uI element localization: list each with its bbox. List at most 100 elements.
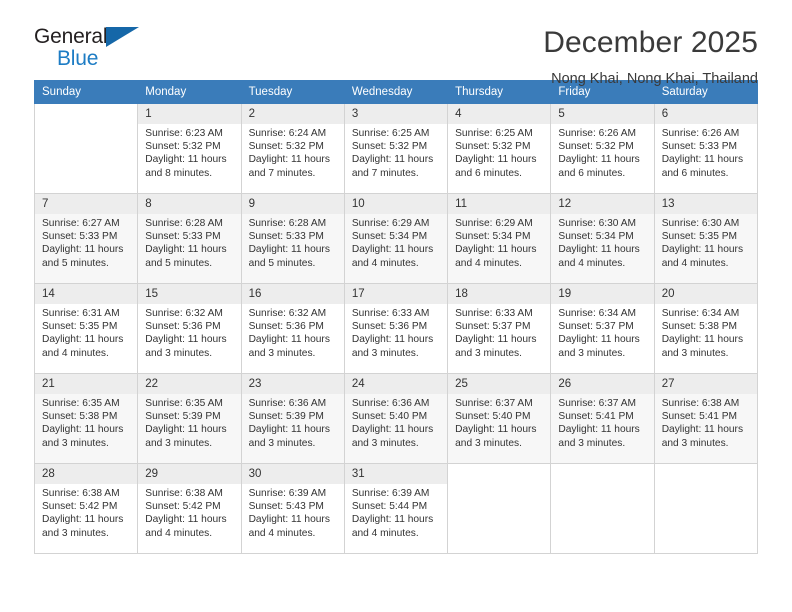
daylight-duration-line1: Daylight: 11 hours bbox=[661, 334, 744, 346]
daylight-duration-line1: Daylight: 11 hours bbox=[558, 424, 640, 436]
day-details: Sunrise: 6:38 AM Sunset: 5:42 PM Daylight:… bbox=[138, 484, 240, 540]
calendar-day-cell[interactable]: 9 Sunrise: 6:28 AM Sunset: 5:33 PM Daylight… bbox=[240, 193, 345, 284]
daylight-duration-line2: and 4 minutes. bbox=[351, 257, 419, 269]
day-details: Sunrise: 6:37 AM Sunset: 5:41 PM Daylight:… bbox=[551, 394, 653, 450]
daylight-duration-line1: Daylight: 11 hours bbox=[351, 514, 434, 526]
day-number: 5 bbox=[551, 104, 654, 124]
sunrise-time: Sunrise: 6:30 AM bbox=[661, 218, 740, 229]
calendar-day-cell[interactable]: 3 Sunrise: 6:25 AM Sunset: 5:32 PM Daylight… bbox=[343, 103, 449, 194]
daylight-duration-line2: and 6 minutes. bbox=[558, 167, 626, 179]
calendar-day-cell[interactable]: 27 Sunrise: 6:38 AM Sunset: 5:41 PM Dayligh… bbox=[653, 373, 759, 464]
calendar-day-cell[interactable]: 7 Sunrise: 6:27 AM Sunset: 5:33 PM Daylight… bbox=[33, 193, 139, 284]
day-details: Sunrise: 6:39 AM Sunset: 5:43 PM Daylight:… bbox=[242, 484, 344, 540]
calendar-day-cell[interactable]: 11 Sunrise: 6:29 AM Sunset: 5:34 PM Dayligh… bbox=[447, 193, 552, 284]
calendar-day-cell[interactable]: 10 Sunrise: 6:29 AM Sunset: 5:34 PM Dayligh… bbox=[343, 193, 449, 284]
sunrise-time: Sunrise: 6:32 AM bbox=[145, 308, 223, 319]
calendar-day-cell[interactable]: 4 Sunrise: 6:25 AM Sunset: 5:32 PM Daylight… bbox=[447, 103, 552, 194]
sunrise-time: Sunrise: 6:34 AM bbox=[558, 308, 636, 319]
day-details: Sunrise: 6:28 AM Sunset: 5:33 PM Daylight:… bbox=[138, 214, 240, 270]
daylight-duration-line1: Daylight: 11 hours bbox=[145, 514, 227, 526]
daylight-duration-line1: Daylight: 11 hours bbox=[661, 154, 744, 166]
calendar-day-cell[interactable]: 17 Sunrise: 6:33 AM Sunset: 5:36 PM Dayligh… bbox=[343, 283, 449, 374]
day-number bbox=[35, 104, 137, 123]
day-details: Sunrise: 6:28 AM Sunset: 5:33 PM Daylight:… bbox=[242, 214, 344, 270]
daylight-duration-line1: Daylight: 11 hours bbox=[248, 424, 330, 436]
calendar-day-cell[interactable]: 29 Sunrise: 6:38 AM Sunset: 5:42 PM Dayligh… bbox=[137, 463, 242, 554]
day-details: Sunrise: 6:38 AM Sunset: 5:42 PM Daylight:… bbox=[35, 484, 137, 540]
calendar-day-cell[interactable]: 26 Sunrise: 6:37 AM Sunset: 5:41 PM Dayligh… bbox=[550, 373, 655, 464]
calendar-day-cell[interactable]: 5 Sunrise: 6:26 AM Sunset: 5:32 PM Daylight… bbox=[550, 103, 655, 194]
weekday-header-sunday: Sunday bbox=[33, 80, 139, 104]
calendar-day-cell[interactable]: 2 Sunrise: 6:24 AM Sunset: 5:32 PM Daylight… bbox=[240, 103, 345, 194]
weekday-header-wednesday: Wednesday bbox=[343, 80, 449, 104]
daylight-duration-line2: and 3 minutes. bbox=[42, 437, 109, 449]
calendar-day-cell[interactable]: 13 Sunrise: 6:30 AM Sunset: 5:35 PM Dayligh… bbox=[653, 193, 759, 284]
day-number: 19 bbox=[551, 284, 654, 304]
daylight-duration-line1: Daylight: 11 hours bbox=[248, 154, 330, 166]
sunset-time: Sunset: 5:42 PM bbox=[145, 501, 221, 513]
calendar-day-cell[interactable]: 19 Sunrise: 6:34 AM Sunset: 5:37 PM Dayligh… bbox=[550, 283, 655, 374]
day-details: Sunrise: 6:26 AM Sunset: 5:32 PM Daylight:… bbox=[551, 124, 653, 180]
sunset-time: Sunset: 5:37 PM bbox=[558, 321, 634, 333]
calendar-day-cell[interactable]: 28 Sunrise: 6:38 AM Sunset: 5:42 PM Dayligh… bbox=[33, 463, 139, 554]
sunset-time: Sunset: 5:43 PM bbox=[248, 501, 324, 513]
day-number: 3 bbox=[344, 104, 448, 124]
daylight-duration-line2: and 7 minutes. bbox=[351, 167, 419, 179]
daylight-duration-line1: Daylight: 11 hours bbox=[455, 424, 537, 436]
sunrise-time: Sunrise: 6:38 AM bbox=[661, 398, 740, 409]
day-details: Sunrise: 6:39 AM Sunset: 5:44 PM Daylight:… bbox=[345, 484, 447, 540]
sunset-time: Sunset: 5:38 PM bbox=[661, 321, 738, 333]
calendar-day-cell[interactable]: 16 Sunrise: 6:32 AM Sunset: 5:36 PM Dayligh… bbox=[240, 283, 345, 374]
day-number: 29 bbox=[138, 464, 241, 484]
day-number: 14 bbox=[35, 284, 138, 304]
daylight-duration-line2: and 6 minutes. bbox=[455, 167, 522, 179]
daylight-duration-line2: and 4 minutes. bbox=[248, 527, 316, 539]
day-number: 7 bbox=[35, 194, 138, 214]
day-details: Sunrise: 6:35 AM Sunset: 5:39 PM Daylight:… bbox=[138, 394, 240, 450]
day-details: Sunrise: 6:25 AM Sunset: 5:32 PM Daylight:… bbox=[345, 124, 447, 180]
calendar-day-cell[interactable]: 1 Sunrise: 6:23 AM Sunset: 5:32 PM Daylight… bbox=[137, 103, 242, 194]
calendar-day-cell[interactable]: 8 Sunrise: 6:28 AM Sunset: 5:33 PM Daylight… bbox=[137, 193, 242, 284]
calendar-day-cell[interactable]: 22 Sunrise: 6:35 AM Sunset: 5:39 PM Dayligh… bbox=[137, 373, 242, 464]
sunrise-time: Sunrise: 6:38 AM bbox=[42, 488, 120, 499]
calendar-day-cell[interactable]: 25 Sunrise: 6:37 AM Sunset: 5:40 PM Dayligh… bbox=[447, 373, 552, 464]
day-number: 16 bbox=[241, 284, 344, 304]
sunrise-time: Sunrise: 6:37 AM bbox=[558, 398, 636, 409]
calendar-day-cell[interactable]: 12 Sunrise: 6:30 AM Sunset: 5:34 PM Dayligh… bbox=[550, 193, 655, 284]
calendar-day-cell[interactable]: 31 Sunrise: 6:39 AM Sunset: 5:44 PM Dayligh… bbox=[343, 463, 449, 554]
day-number: 27 bbox=[654, 374, 757, 394]
calendar-day-cell[interactable]: 14 Sunrise: 6:31 AM Sunset: 5:35 PM Dayligh… bbox=[33, 283, 139, 374]
daylight-duration-line2: and 3 minutes. bbox=[455, 437, 522, 449]
day-number: 22 bbox=[138, 374, 241, 394]
calendar-day-cell[interactable]: 21 Sunrise: 6:35 AM Sunset: 5:38 PM Dayligh… bbox=[33, 373, 139, 464]
sunrise-time: Sunrise: 6:24 AM bbox=[248, 128, 327, 139]
sunset-time: Sunset: 5:33 PM bbox=[248, 231, 324, 243]
calendar-day-cell[interactable]: 18 Sunrise: 6:33 AM Sunset: 5:37 PM Dayligh… bbox=[447, 283, 552, 374]
calendar-day-cell[interactable]: 6 Sunrise: 6:26 AM Sunset: 5:33 PM Daylight… bbox=[653, 103, 759, 194]
day-number: 18 bbox=[448, 284, 551, 304]
daylight-duration-line1: Daylight: 11 hours bbox=[145, 424, 227, 436]
calendar-day-cell[interactable]: 15 Sunrise: 6:32 AM Sunset: 5:36 PM Dayligh… bbox=[137, 283, 242, 374]
daylight-duration-line1: Daylight: 11 hours bbox=[145, 154, 227, 166]
day-number: 30 bbox=[241, 464, 344, 484]
sunset-time: Sunset: 5:32 PM bbox=[558, 141, 634, 153]
generalblue-logo[interactable]: General Blue bbox=[34, 26, 144, 72]
day-number: 2 bbox=[241, 104, 344, 124]
daylight-duration-line1: Daylight: 11 hours bbox=[351, 334, 434, 346]
calendar-day-cell[interactable]: 24 Sunrise: 6:36 AM Sunset: 5:40 PM Dayligh… bbox=[343, 373, 449, 464]
sunset-time: Sunset: 5:33 PM bbox=[661, 141, 738, 153]
sunset-time: Sunset: 5:36 PM bbox=[145, 321, 221, 333]
calendar-day-cell[interactable]: 23 Sunrise: 6:36 AM Sunset: 5:39 PM Dayligh… bbox=[240, 373, 345, 464]
sunset-time: Sunset: 5:44 PM bbox=[351, 501, 428, 513]
day-details: Sunrise: 6:34 AM Sunset: 5:37 PM Daylight:… bbox=[551, 304, 653, 360]
sunrise-time: Sunrise: 6:39 AM bbox=[351, 488, 430, 499]
sunrise-time: Sunrise: 6:34 AM bbox=[661, 308, 740, 319]
calendar-day-cell[interactable]: 20 Sunrise: 6:34 AM Sunset: 5:38 PM Dayligh… bbox=[653, 283, 759, 374]
calendar-day-cell[interactable]: 30 Sunrise: 6:39 AM Sunset: 5:43 PM Dayligh… bbox=[240, 463, 345, 554]
day-details: Sunrise: 6:37 AM Sunset: 5:40 PM Daylight:… bbox=[448, 394, 550, 450]
sunrise-time: Sunrise: 6:38 AM bbox=[145, 488, 223, 499]
weekday-header-thursday: Thursday bbox=[447, 80, 552, 104]
day-details: Sunrise: 6:36 AM Sunset: 5:39 PM Daylight:… bbox=[242, 394, 344, 450]
daylight-duration-line1: Daylight: 11 hours bbox=[248, 334, 330, 346]
day-number: 28 bbox=[35, 464, 138, 484]
